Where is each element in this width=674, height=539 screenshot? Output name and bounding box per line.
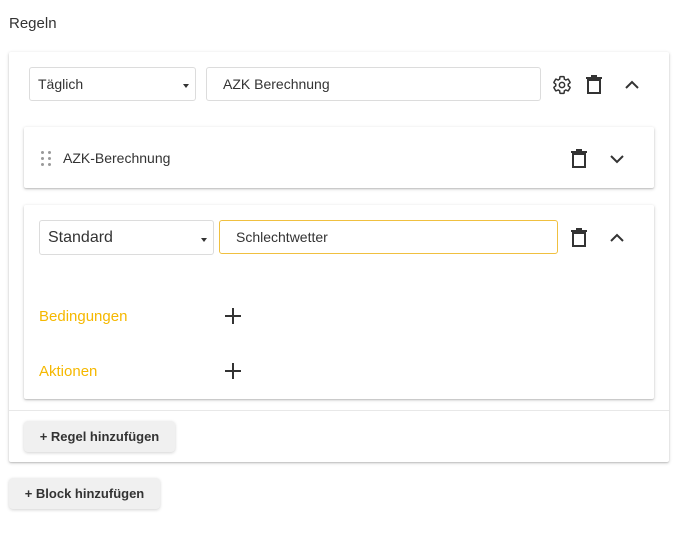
rule-type-select[interactable]: Standard (39, 220, 214, 255)
page-title: Regeln (9, 15, 57, 32)
frequency-select-value: Täglich (38, 76, 84, 92)
chevron-down-icon[interactable] (605, 147, 629, 171)
add-block-button[interactable]: + Block hinzufügen (9, 478, 160, 509)
actions-label: Aktionen (39, 363, 98, 380)
conditions-label: Bedingungen (39, 308, 128, 325)
divider (9, 410, 669, 411)
add-action-plus-icon[interactable] (222, 360, 244, 382)
block-name-value: AZK Berechnung (223, 76, 330, 92)
rule-name: AZK-Berechnung (63, 150, 171, 166)
add-condition-plus-icon[interactable] (222, 305, 244, 327)
chevron-up-icon[interactable] (605, 226, 629, 250)
block-name-input[interactable]: AZK Berechnung (206, 67, 541, 101)
caret-down-icon (201, 237, 207, 242)
caret-down-icon (183, 84, 189, 88)
rule-type-select-value: Standard (48, 228, 113, 246)
drag-handle-icon[interactable] (41, 151, 51, 166)
rule-name-input[interactable]: Schlechtwetter (219, 220, 558, 254)
frequency-select[interactable]: Täglich (29, 67, 196, 101)
gear-icon[interactable] (550, 73, 574, 97)
trash-icon[interactable] (567, 147, 591, 171)
add-rule-button[interactable]: + Regel hinzufügen (24, 421, 175, 452)
trash-icon[interactable] (582, 73, 606, 97)
chevron-up-icon[interactable] (620, 73, 644, 97)
rule-name-value: Schlechtwetter (236, 229, 328, 245)
trash-icon[interactable] (567, 226, 591, 250)
